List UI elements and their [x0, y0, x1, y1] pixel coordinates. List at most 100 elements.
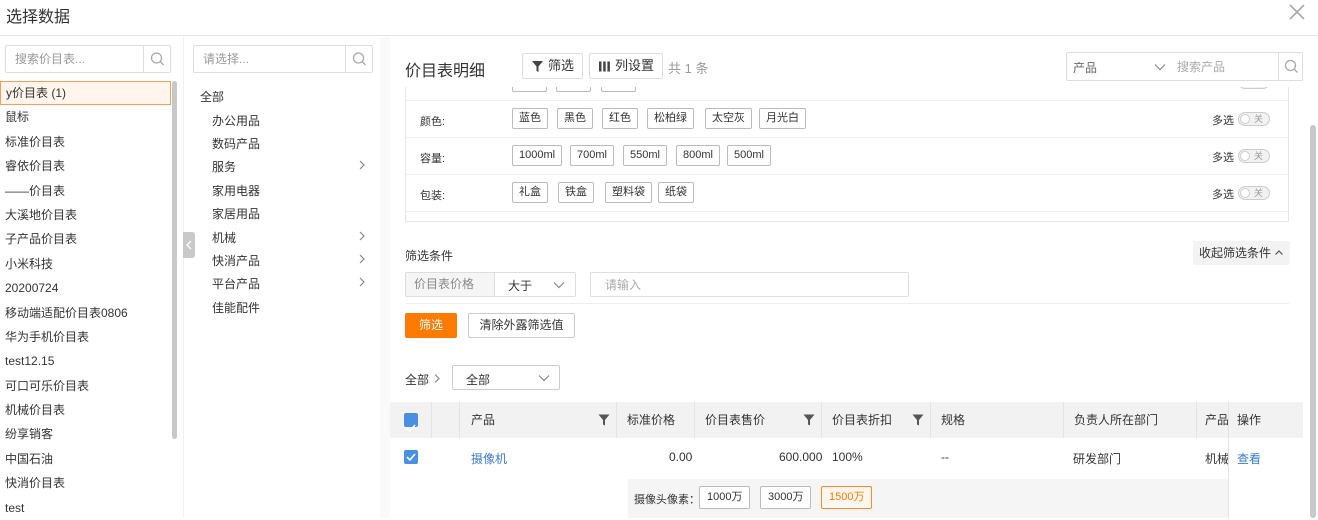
table-row[interactable]: 摄像机 0.00 600.000 100% -- 研发部门 机械/ — [390, 438, 1303, 476]
filter-value-input[interactable] — [590, 272, 909, 297]
header-category[interactable]: 产品分类 — [1197, 402, 1229, 438]
spec-option[interactable]: 1000万 — [699, 486, 751, 509]
clear-filter-button[interactable]: 清除外露筛选值 — [468, 313, 575, 338]
price-list-item[interactable]: 移动端适配价目表0806 — [0, 301, 171, 325]
price-list-item[interactable]: 快消价目表 — [0, 471, 171, 495]
view-link[interactable]: 查看 — [1237, 450, 1261, 467]
attribute-option[interactable]: 500ml — [727, 145, 771, 166]
breadcrumb-all[interactable]: 全部 — [405, 371, 429, 388]
multi-select-toggle[interactable]: 关 — [1238, 186, 1270, 200]
attribute-option[interactable]: 700ml — [570, 145, 614, 166]
product-search-button[interactable] — [1278, 53, 1303, 80]
product-field-select[interactable]: 产品 — [1073, 59, 1097, 76]
product-search-input[interactable] — [1177, 54, 1277, 79]
attribute-option[interactable]: 礼盒 — [512, 182, 548, 203]
category-item[interactable]: 服务 — [212, 158, 377, 175]
attribute-option[interactable]: 塑料袋 — [605, 182, 652, 203]
price-list-search-button[interactable] — [143, 46, 170, 72]
header-list-price[interactable]: 价目表售价 — [695, 402, 822, 438]
chevron-down-icon[interactable] — [1154, 62, 1166, 72]
category-item[interactable]: 机械 — [212, 229, 377, 246]
collapse-panel-button[interactable] — [183, 232, 195, 258]
price-list-item[interactable]: 华为手机价目表 — [0, 325, 171, 349]
price-list-item[interactable]: test — [0, 496, 171, 520]
multi-select-toggle[interactable]: 关 — [1238, 149, 1270, 163]
product-search-group: 产品 — [1066, 52, 1303, 81]
attribute-option[interactable]: 月光白 — [759, 108, 806, 129]
header-discount[interactable]: 价目表折扣 — [822, 402, 931, 438]
header-select-all[interactable] — [390, 402, 432, 438]
category-level-select[interactable]: 全部 — [452, 365, 560, 390]
header-department[interactable]: 负责人所在部门 — [1064, 402, 1197, 438]
attribute-option[interactable] — [601, 87, 636, 92]
header-spec[interactable]: 规格 — [931, 402, 1064, 438]
attribute-option[interactable]: 铁盒 — [558, 182, 594, 203]
category-item[interactable]: 家用电器 — [212, 182, 377, 199]
price-list-item[interactable]: 可口可乐价目表 — [0, 374, 171, 398]
category-item[interactable]: 办公用品 — [212, 112, 377, 129]
price-list-item[interactable]: 鼠标 — [0, 105, 171, 129]
header-standard-price[interactable]: 标准价格 — [617, 402, 695, 438]
price-list-item[interactable]: 纷享销客 — [0, 422, 171, 446]
attribute-option[interactable]: 黑色 — [557, 108, 593, 129]
price-list-list: y价目表 (1) 鼠标 标准价目表 睿依价目表 ——价目表 大溪地价目表 子产品价目表 小米科… — [0, 81, 171, 520]
category-item[interactable]: 佳能配件 — [212, 299, 377, 316]
category-search-button[interactable] — [345, 46, 372, 72]
category-item[interactable]: 家居用品 — [212, 205, 377, 222]
multi-select-toggle[interactable] — [1238, 87, 1270, 89]
row-spec-options: 摄像头像素： 1000万 3000万 1500万 — [628, 479, 1228, 518]
attribute-option[interactable] — [512, 87, 547, 92]
row-checkbox[interactable] — [404, 450, 418, 464]
price-list-item[interactable]: 中国石油 — [0, 447, 171, 471]
price-list-item[interactable]: test12.15 — [0, 349, 171, 373]
close-icon[interactable] — [1287, 2, 1307, 22]
attribute-option[interactable]: 纸袋 — [658, 182, 694, 203]
spec-option[interactable]: 3000万 — [760, 486, 812, 509]
chevron-right-icon[interactable] — [357, 275, 367, 289]
category-search-input[interactable] — [194, 46, 346, 72]
category-item[interactable]: 平台产品 — [212, 275, 377, 292]
chevron-right-icon[interactable] — [357, 158, 367, 172]
price-list-item[interactable]: ——价目表 — [0, 179, 171, 203]
column-settings-button[interactable]: 列设置 — [589, 53, 664, 79]
attribute-option[interactable] — [556, 87, 591, 92]
attribute-option[interactable]: 550ml — [623, 145, 667, 166]
apply-filter-button[interactable]: 筛选 — [405, 313, 457, 338]
price-list-scrollbar[interactable] — [172, 81, 177, 439]
price-list-item-active[interactable]: y价目表 (1) — [0, 81, 171, 106]
header-product[interactable]: 产品 — [460, 402, 617, 438]
category-item[interactable]: 数码产品 — [212, 135, 377, 152]
price-list-search-input[interactable] — [6, 46, 144, 72]
category-all[interactable]: 全部 — [200, 88, 224, 105]
attribute-option[interactable]: 800ml — [676, 145, 720, 166]
price-list-item[interactable]: 小米科技 — [0, 252, 171, 276]
filter-button[interactable]: 筛选 — [522, 53, 584, 79]
collapse-filter-button[interactable]: 收起筛选条件 — [1193, 241, 1291, 265]
price-list-item[interactable]: 子产品价目表 — [0, 227, 171, 251]
attribute-option[interactable]: 红色 — [602, 108, 638, 129]
chevron-right-icon[interactable] — [357, 252, 367, 266]
filter-icon[interactable] — [598, 414, 610, 426]
filter-operator[interactable]: 大于 — [508, 277, 532, 294]
category-item[interactable]: 快消产品 — [212, 252, 377, 269]
filter-field[interactable]: 价目表价格 — [406, 273, 495, 296]
multi-select-toggle[interactable]: 关 — [1238, 112, 1270, 126]
attribute-option[interactable]: 1000ml — [512, 145, 563, 166]
spec-option-selected[interactable]: 1500万 — [821, 486, 873, 509]
filter-icon[interactable] — [803, 414, 815, 426]
price-list-item[interactable]: 标准价目表 — [0, 130, 171, 154]
chevron-right-icon[interactable] — [357, 229, 367, 243]
main-scrollbar[interactable] — [1310, 125, 1316, 518]
price-list-item[interactable]: 睿依价目表 — [0, 154, 171, 178]
price-list-item[interactable]: 大溪地价目表 — [0, 203, 171, 227]
category-search — [193, 45, 373, 73]
chevron-down-icon[interactable] — [553, 280, 565, 290]
attribute-option[interactable]: 太空灰 — [705, 108, 752, 129]
attribute-option[interactable]: 松柏绿 — [647, 108, 694, 129]
row-product-link[interactable]: 摄像机 — [471, 450, 507, 467]
price-list-item[interactable]: 机械价目表 — [0, 398, 171, 422]
filter-icon[interactable] — [912, 414, 924, 426]
select-all-checkbox[interactable] — [404, 413, 418, 433]
attribute-option[interactable]: 蓝色 — [512, 108, 548, 129]
price-list-item[interactable]: 20200724 — [0, 276, 171, 300]
